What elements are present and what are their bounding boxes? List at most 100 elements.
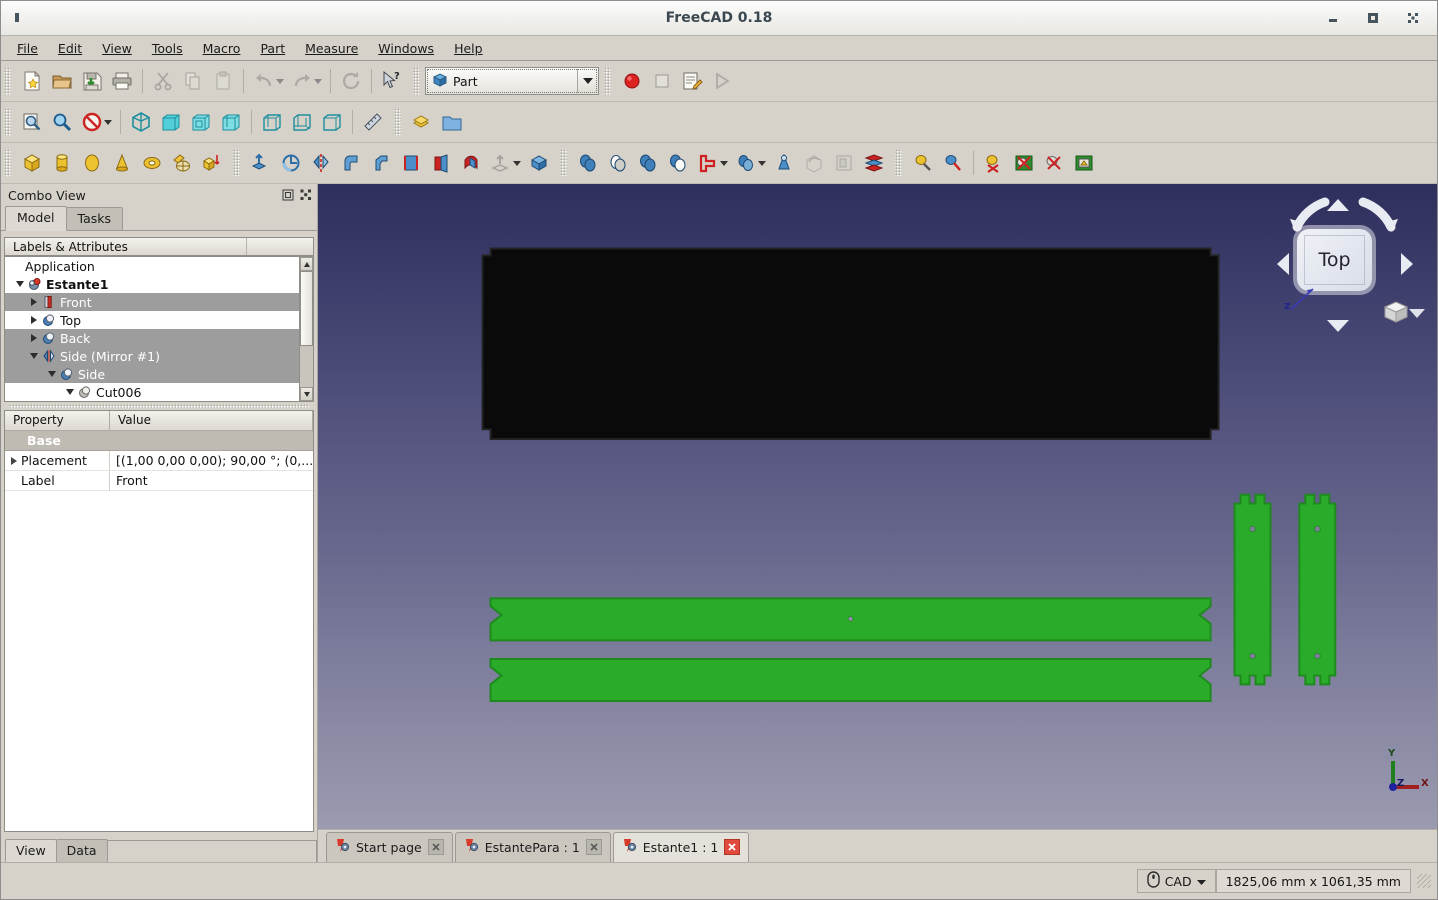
toolbar-grip[interactable] [560, 149, 567, 177]
cone-icon[interactable] [107, 148, 137, 178]
axonometric-icon[interactable] [126, 107, 156, 137]
toolbar-grip[interactable] [233, 149, 240, 177]
menu-view[interactable]: View [92, 38, 142, 59]
close-icon[interactable] [299, 188, 313, 202]
cut-icon[interactable] [148, 66, 178, 96]
front-view-icon[interactable] [156, 107, 186, 137]
navcube-mini-dropdown-arrow[interactable] [1409, 309, 1425, 318]
scroll-thumb[interactable] [300, 271, 313, 346]
fit-selection-icon[interactable] [47, 107, 77, 137]
doc-tab-estantepara[interactable]: EstantePara : 1 [454, 832, 611, 862]
menu-windows[interactable]: Windows [368, 38, 444, 59]
measure-linear-icon[interactable] [908, 148, 938, 178]
menu-part[interactable]: Part [250, 38, 295, 59]
open-document-icon[interactable] [47, 66, 77, 96]
redo-icon[interactable] [287, 66, 317, 96]
tab-tasks[interactable]: Tasks [65, 207, 124, 230]
tree-item-application[interactable]: Application [5, 257, 299, 275]
torus-icon[interactable] [137, 148, 167, 178]
property-row-placement[interactable]: Placement [(1,00 0,00 0,00); 90,00 °; (0… [5, 451, 313, 471]
copy-icon[interactable] [178, 66, 208, 96]
macro-stop-icon[interactable] [647, 66, 677, 96]
rear-view-icon[interactable] [257, 107, 287, 137]
cross-sections-icon[interactable] [859, 148, 889, 178]
right-view-icon[interactable] [216, 107, 246, 137]
box-icon[interactable] [17, 148, 47, 178]
tree-twisty-expanded[interactable] [63, 389, 76, 395]
tab-view[interactable]: View [5, 839, 57, 862]
navigation-style-selector[interactable]: CAD [1136, 869, 1216, 893]
measure-toggle-3d-icon[interactable] [1039, 148, 1069, 178]
tree-item-side-mirror[interactable]: Side (Mirror #1) [5, 347, 299, 365]
paste-icon[interactable] [208, 66, 238, 96]
tree-item-estante1[interactable]: Estante1 [5, 275, 299, 293]
tab-data[interactable]: Data [55, 839, 108, 862]
panel-splitter[interactable] [1, 402, 317, 410]
tree-twisty-collapsed[interactable] [27, 316, 40, 324]
scroll-down-button[interactable] [300, 387, 313, 401]
toolbar-grip[interactable] [394, 108, 401, 136]
loft-icon[interactable] [426, 148, 456, 178]
close-button[interactable] [1407, 12, 1419, 24]
toolbar-grip[interactable] [4, 149, 11, 177]
property-expand-arrow[interactable] [7, 456, 21, 465]
join-connect-icon[interactable] [693, 148, 723, 178]
navcube-arrow-left[interactable] [1277, 253, 1289, 275]
workbench-dropdown-arrow[interactable] [577, 69, 598, 93]
navigation-cube[interactable]: Top z [1269, 187, 1425, 342]
resize-grip[interactable] [1417, 874, 1431, 888]
left-view-icon[interactable] [317, 107, 347, 137]
tree-twisty-expanded[interactable] [27, 353, 40, 359]
navcube-arrow-up[interactable] [1327, 199, 1349, 211]
undo-icon[interactable] [249, 66, 279, 96]
menu-measure[interactable]: Measure [295, 38, 368, 59]
property-row-label[interactable]: Label Front [5, 471, 313, 491]
menu-tools[interactable]: Tools [142, 38, 193, 59]
ruled-surface-icon[interactable] [396, 148, 426, 178]
tree-item-side[interactable]: Side [5, 365, 299, 383]
navigation-style-dropdown-arrow[interactable] [1196, 874, 1206, 889]
toolbar-grip[interactable] [4, 67, 11, 95]
create-group-icon[interactable] [437, 107, 467, 137]
menu-help[interactable]: Help [444, 38, 493, 59]
bottom-view-icon[interactable] [287, 107, 317, 137]
top-view-icon[interactable] [186, 107, 216, 137]
3d-viewport[interactable]: Top z Y X Z [318, 184, 1437, 829]
doc-tab-close-icon[interactable] [427, 839, 444, 855]
maximize-button[interactable] [1367, 12, 1379, 24]
scroll-up-button[interactable] [300, 257, 313, 271]
mirror-icon[interactable] [306, 148, 336, 178]
doc-tab-estante1[interactable]: Estante1 : 1 [612, 832, 750, 862]
tree-twisty-collapsed[interactable] [27, 334, 40, 342]
property-value[interactable]: Front [110, 471, 313, 491]
macro-edit-icon[interactable] [677, 66, 707, 96]
doc-tab-close-icon[interactable] [585, 839, 602, 855]
defeaturing-icon[interactable] [829, 148, 859, 178]
tree-item-cut006[interactable]: Cut006 [5, 383, 299, 401]
tab-model[interactable]: Model [5, 206, 67, 231]
tree-item-top[interactable]: Top [5, 311, 299, 329]
toolbar-grip[interactable] [413, 67, 420, 95]
tree-twisty-expanded[interactable] [13, 281, 26, 287]
scroll-track[interactable] [300, 271, 313, 387]
compound-icon[interactable] [769, 148, 799, 178]
save-document-icon[interactable] [77, 66, 107, 96]
sphere-icon[interactable] [77, 148, 107, 178]
navcube-mini-cube[interactable] [1383, 300, 1425, 324]
toolbar-grip[interactable] [604, 67, 611, 95]
offset-icon[interactable] [486, 148, 516, 178]
measure-toggle-all-icon[interactable] [1009, 148, 1039, 178]
revolve-icon[interactable] [276, 148, 306, 178]
split-boolean-icon[interactable] [731, 148, 761, 178]
tree-scrollbar[interactable] [299, 256, 314, 402]
union-icon[interactable] [633, 148, 663, 178]
thickness-icon[interactable] [524, 148, 554, 178]
property-group-base[interactable]: Base [5, 431, 313, 451]
create-part-icon[interactable] [407, 107, 437, 137]
measure-toggle-delta-icon[interactable] [1069, 148, 1099, 178]
tree-twisty-expanded[interactable] [45, 371, 58, 377]
workbench-selector[interactable]: Part [425, 67, 599, 95]
navcube-arrow-down[interactable] [1327, 320, 1349, 332]
cylinder-icon[interactable] [47, 148, 77, 178]
extrude-icon[interactable] [246, 148, 276, 178]
